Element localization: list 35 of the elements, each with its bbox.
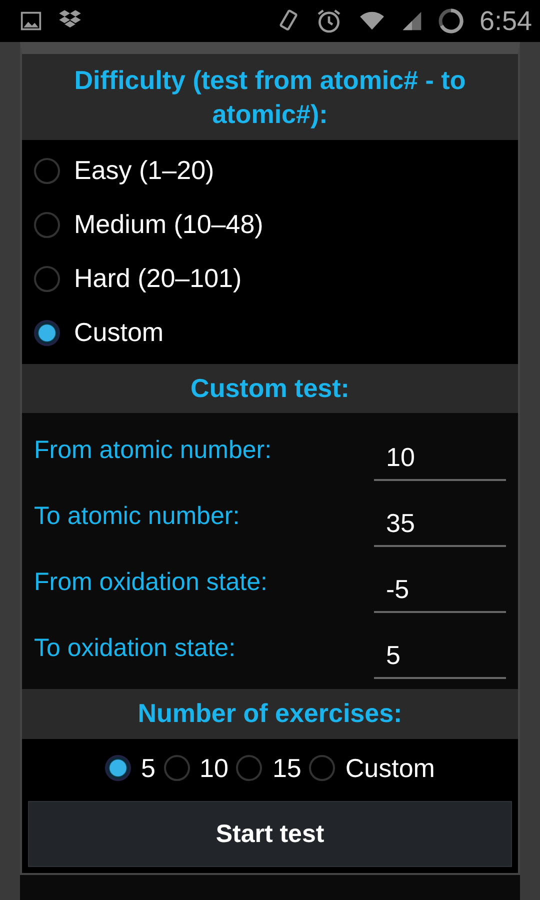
option-label: Custom (74, 317, 164, 348)
radio-button[interactable] (34, 212, 60, 238)
option-label: Hard (20–101) (74, 263, 242, 294)
radio-button[interactable] (236, 755, 262, 782)
radio-button[interactable] (309, 755, 336, 782)
battery-ring-icon (437, 7, 466, 35)
input-field[interactable]: 10 (374, 434, 506, 481)
difficulty-option[interactable]: Hard (20–101) (22, 252, 518, 306)
input-field[interactable]: 35 (374, 500, 506, 547)
start-test-button[interactable]: Start test (28, 801, 512, 868)
status-time: 6:54 (479, 6, 532, 36)
image-icon (20, 10, 42, 32)
input-field[interactable]: 5 (374, 632, 506, 679)
radio-button[interactable] (105, 755, 132, 782)
option-label: 5 (141, 752, 156, 784)
option-label: Custom (345, 752, 435, 784)
section-title: Number of exercises: (138, 698, 402, 728)
radio-button[interactable] (34, 158, 60, 184)
difficulty-option[interactable]: Custom (22, 306, 518, 360)
section-title: Custom test: (190, 372, 350, 403)
option-label: Easy (1–20) (74, 155, 214, 186)
field-label: From atomic number: (34, 436, 272, 465)
input-field[interactable]: -5 (374, 566, 506, 613)
field-label: To oxidation state: (34, 634, 236, 663)
radio-button[interactable] (34, 266, 60, 292)
option-label: 15 (272, 752, 302, 784)
field-label: To atomic number: (34, 502, 240, 531)
option-label: 10 (200, 752, 228, 784)
field-label: From oxidation state: (34, 568, 268, 597)
option-label: Medium (10–48) (74, 209, 264, 240)
radio-button[interactable] (34, 320, 60, 346)
radio-button[interactable] (164, 755, 190, 782)
dialog-title: Difficulty (test from atomic# - to atomic#): (74, 65, 466, 129)
difficulty-option[interactable]: Easy (1–20) (22, 144, 518, 198)
difficulty-option[interactable]: Medium (10–48) (22, 198, 518, 252)
